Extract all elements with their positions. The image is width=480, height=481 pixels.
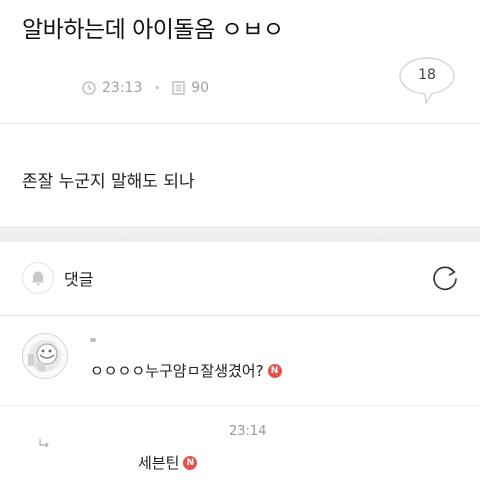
post-views: 90 — [191, 80, 210, 96]
comments-label: 댓글 — [64, 270, 94, 289]
reply-item: 세븐틴 N — [138, 452, 198, 473]
comment-count-button[interactable]: 18 — [399, 57, 455, 105]
post-title: 알바하는데 아이돌옴 ㅇㅂㅇ — [22, 17, 284, 43]
comments-divider — [0, 315, 480, 316]
comment-count: 18 — [418, 67, 436, 83]
bell-button[interactable] — [22, 262, 54, 294]
clock-icon — [82, 81, 96, 95]
meta-separator: • — [154, 82, 161, 94]
post-time: 23:13 — [102, 80, 143, 96]
reply-arrow-icon — [39, 439, 49, 448]
avatar[interactable] — [22, 333, 68, 379]
comment-text: ㅇㅇㅇㅇ누구얌ㅁ잘생겼어? — [90, 362, 264, 380]
reply-text: 세븐틴 — [138, 454, 180, 472]
reply-time: 23:14 — [229, 424, 267, 439]
comments-header: 댓글 — [0, 241, 480, 315]
comment-item: ㅇㅇㅇㅇ누구얌ㅁ잘생겼어? N — [90, 360, 282, 381]
post-body: 존잘 누군지 말해도 되나 — [22, 172, 195, 192]
refresh-icon[interactable] — [430, 263, 460, 293]
bell-icon — [31, 271, 45, 286]
new-badge: N — [183, 455, 198, 470]
document-icon — [172, 81, 185, 95]
section-gap — [0, 227, 480, 242]
comment-author-redacted — [90, 338, 96, 342]
comment-divider — [0, 405, 480, 406]
new-badge: N — [267, 363, 282, 378]
avatar-image — [28, 340, 61, 372]
post-meta: 23:13 • 90 — [82, 80, 209, 96]
header-divider — [0, 123, 480, 124]
